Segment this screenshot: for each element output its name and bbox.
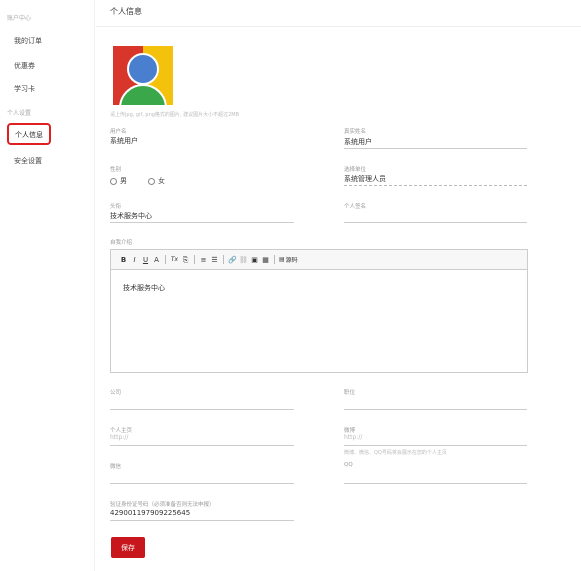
italic-button[interactable]: I [130,254,139,266]
wechat-input[interactable] [110,483,294,484]
wechat-label: 微信 [110,464,122,470]
source-label: 源码 [285,257,298,264]
company-label: 公司 [110,390,122,396]
signature-input[interactable] [344,222,527,223]
gender-male-radio[interactable]: 男 [110,176,127,186]
position-label: 职位 [344,390,356,396]
homepage-label: 个人主页 [110,428,133,434]
sidebar-group-personal: 个人设置 [7,110,32,117]
radio-circle-icon [148,177,155,185]
social-hint: 微博、微信、QQ号码将会展示在您的个人主页 [344,450,447,456]
toolbar-separator [223,255,224,264]
realname-label: 真实姓名 [344,129,367,135]
weibo-label: 微博 [344,428,356,434]
title-field-input[interactable]: 技术服务中心 [110,211,152,221]
sidebar-item-coupons[interactable]: 优惠券 [14,61,35,71]
remove-format-icon[interactable]: Tx [170,254,179,266]
gender-label: 性别 [110,167,122,173]
homepage-input[interactable]: http:// [110,434,128,441]
idcard-label: 验证身份证号码（必须准备否则无法申报） [110,502,215,508]
source-icon: ▤ [279,256,285,263]
toolbar-separator [194,255,195,264]
editor-content[interactable]: 技术服务中心 [123,283,165,293]
table-icon[interactable]: ▦ [261,254,270,266]
username-value: 系统用户 [110,137,138,145]
sidebar: 账户中心 我的订单 优惠券 学习卡 个人设置 个人信息 安全设置 [0,0,95,571]
avatar-hint: 请上传jpg, gif, png格式的图片, 建议图片大小不超过2MB [110,112,240,118]
unlink-icon[interactable]: ⛓ [239,254,248,266]
idcard-underline [110,520,294,521]
bold-button[interactable]: B [119,254,128,266]
page-title: 个人信息 [110,7,142,16]
username-label: 用户名 [110,129,127,135]
qq-label: QQ [344,462,353,468]
image-icon[interactable]: ▣ [250,254,259,266]
sidebar-item-security[interactable]: 安全设置 [14,156,42,166]
homepage-underline [110,445,294,446]
sidebar-item-orders[interactable]: 我的订单 [14,36,42,46]
text-color-button[interactable]: A [152,254,161,266]
toolbar-separator [274,255,275,264]
main-panel: 个人信息 请上传jpg, gif, png格式的图片, 建议图片大小不超过2MB… [96,0,581,571]
company-input[interactable] [110,409,294,410]
idcard-input[interactable]: 429001197909225645 [110,509,190,517]
title-divider [96,26,581,27]
intro-editor[interactable]: B I U A Tx ⎘ ≡ ☰ 🔗 ⛓ ▣ ▦ ▤ 源码 技术服务中心 [110,249,528,373]
avatar[interactable] [113,46,173,105]
weibo-underline [344,445,527,446]
link-icon[interactable]: 🔗 [228,254,237,266]
intro-label: 自我介绍 [110,240,133,246]
position-input[interactable] [344,409,527,410]
toolbar-separator [165,255,166,264]
unit-underline [344,185,527,186]
gender-male-label: 男 [120,177,127,185]
unit-label: 选择单位 [344,167,367,173]
ordered-list-icon[interactable]: ≡ [199,254,208,266]
sidebar-item-profile[interactable]: 个人信息 [7,123,51,145]
qq-input[interactable] [344,483,527,484]
unit-select[interactable]: 系统管理人员 [344,174,386,184]
realname-field[interactable]: 系统用户 [344,137,372,147]
sidebar-item-study-card[interactable]: 学习卡 [14,84,35,94]
title-field-underline [110,222,294,223]
unordered-list-icon[interactable]: ☰ [210,254,219,266]
save-button[interactable]: 保存 [111,537,145,558]
weibo-input[interactable]: http:// [344,434,362,441]
realname-underline [344,148,527,149]
gender-female-label: 女 [158,177,165,185]
sidebar-group-account: 账户中心 [7,15,32,22]
radio-circle-icon [110,177,117,185]
title-field-label: 头衔 [110,204,122,210]
source-button[interactable]: ▤ 源码 [279,255,298,264]
signature-label: 个人签名 [344,204,367,210]
editor-toolbar: B I U A Tx ⎘ ≡ ☰ 🔗 ⛓ ▣ ▦ ▤ 源码 [111,250,527,270]
gender-female-radio[interactable]: 女 [148,176,165,186]
paste-icon[interactable]: ⎘ [181,254,190,266]
underline-button[interactable]: U [141,254,150,266]
